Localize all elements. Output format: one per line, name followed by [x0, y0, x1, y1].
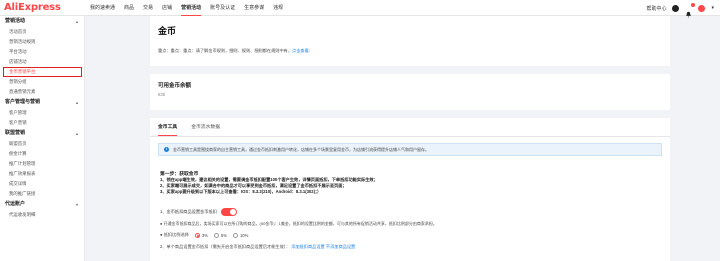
top-nav-item[interactable]: 店铺: [162, 0, 172, 16]
tab-item[interactable]: 金币工具: [158, 124, 178, 136]
sidebar-item[interactable]: 客户管理: [0, 108, 84, 118]
top-nav-item[interactable]: 营销活动: [181, 0, 202, 16]
ratio-radio[interactable]: 3%: [194, 232, 208, 238]
step-title: 第一步：获取金币: [160, 172, 199, 177]
chevron-icon: ▴: [75, 19, 78, 24]
sidebar-group-label: 营销活动: [5, 18, 26, 24]
sidebar-item[interactable]: 金币营销平台: [3, 67, 82, 77]
ratio-radio[interactable]: 5%: [213, 232, 227, 238]
notification-badge: [691, 2, 696, 7]
help-center-link[interactable]: 帮助中心: [646, 5, 666, 12]
bell-icon[interactable]: [685, 2, 696, 18]
balance-label: 可用金币余额: [158, 83, 192, 89]
coin-deduct-toggle[interactable]: [220, 208, 237, 216]
sidebar-item[interactable]: 我的推广链接: [0, 189, 84, 199]
info-text: 金币营销工具是围绕商家的自主营销工具，通过金币抵扣刺激用户转化，店铺在多个场景里…: [173, 146, 429, 152]
sidebar-group[interactable]: 代运账户 ▾: [0, 199, 84, 210]
notice-link[interactable]: 点击查看：: [292, 48, 313, 53]
top-nav-item[interactable]: 账号及认证: [210, 0, 235, 16]
single-item-setting: 2、单个商品设置金币抵扣（需先开启金币抵扣商品设置后才能生效）： 添加抵扣商品设…: [160, 244, 355, 250]
radio-dot-icon: [213, 232, 219, 238]
notice-body: 重点：重点：重点：请了解金币规则，细则、规则、细则都在规则中有，: [158, 48, 293, 53]
sidebar: 营销活动 ▴ 活动首页 营销活动规则 平台活动 店铺活动 金币营销平台 营销分组 直通营销元素客…: [0, 16, 85, 261]
toggle-label: 1、金币抵扣商品设置金币抵扣: [160, 209, 217, 214]
radio-label: 10%: [239, 232, 249, 238]
sidebar-item[interactable]: 推广效果报表: [0, 169, 84, 179]
coin-deduct-toggle-row: 1、金币抵扣商品设置金币抵扣: [160, 208, 237, 216]
main-content: 金币 重点：重点：重点：请了解金币规则，细则、规则、细则都在规则中有，点击查看：…: [150, 16, 670, 261]
ratio-prefix: ● 抵扣比例选择: [160, 232, 189, 237]
sidebar-item[interactable]: 佣金计算: [0, 149, 84, 159]
sidebar-item[interactable]: 营销活动规则: [0, 37, 84, 47]
sidebar-item[interactable]: 直通营销元素: [0, 87, 84, 97]
sidebar-group-label: 联盟营销: [5, 130, 26, 136]
aliexpress-logo[interactable]: AliExpress: [4, 2, 90, 13]
account-dropdown[interactable]: ▾: [711, 5, 714, 11]
top-right-area: 帮助中心 ▾: [646, 0, 714, 18]
sidebar-item[interactable]: 营销分组: [0, 77, 84, 87]
sidebar-group-label: 客户管理与营销: [5, 99, 41, 105]
sidebar-item[interactable]: 联盟首页: [0, 139, 84, 149]
radio-label: 3%: [201, 232, 208, 238]
top-nav: 我的速卖通 商品 交易 店铺 营销活动 账号及认证 生意参谋 违规: [90, 0, 292, 16]
deduct-ratio-row: ● 抵扣比例选择 3% 5% 10%: [160, 232, 248, 238]
top-nav-item[interactable]: 交易: [143, 0, 153, 16]
title-card: 金币 重点：重点：重点：请了解金币规则，细则、规则、细则都在规则中有，点击查看：: [150, 16, 670, 66]
tab-bar: 金币工具 金币流水数据: [158, 124, 220, 136]
radio-label: 5%: [220, 232, 227, 238]
chevron-icon: ▴: [75, 100, 78, 105]
page-title: 金币: [158, 26, 177, 36]
ratio-radio[interactable]: 10%: [232, 232, 249, 238]
sidebar-item[interactable]: 代运收发明细: [0, 210, 84, 220]
coin-tool-card: 金币工具 金币流水数据 i 金币营销工具是围绕商家的自主营销工具，通过金币抵扣刺激…: [150, 118, 670, 261]
sidebar-item[interactable]: 店铺活动: [0, 57, 84, 67]
step-line: 3、买家app要升级到以下版本以上可查看：IOS：8.3.2(210)，Andr…: [160, 189, 322, 194]
ratio-options: 3% 5% 10%: [194, 232, 249, 238]
top-nav-item[interactable]: 生意参谋: [244, 0, 264, 16]
tab-divider: [150, 136, 670, 137]
sidebar-item[interactable]: 成交详情: [0, 179, 84, 189]
notice-text: 重点：重点：重点：请了解金币规则，细则、规则、细则都在规则中有，点击查看：: [158, 48, 313, 54]
info-icon: i: [164, 147, 169, 152]
radio-dot-icon: [194, 232, 200, 238]
single-item-links[interactable]: 添加抵扣商品设置 不添加商品设置: [291, 244, 355, 249]
top-nav-item[interactable]: 我的速卖通: [90, 0, 115, 16]
info-banner: i 金币营销工具是围绕商家的自主营销工具，通过金币抵扣刺激用户转化，店铺在多个场…: [158, 143, 662, 156]
sidebar-group[interactable]: 客户管理与营销 ▴: [0, 97, 84, 108]
balance-card: 可用金币余额 630: [150, 74, 670, 110]
chat-icon[interactable]: [672, 4, 680, 12]
radio-dot-icon: [232, 232, 238, 238]
deduct-description: ● 开通金币抵扣商品后，卖场买家可以在所订购的商品，(50金币)：1美金，抵扣的…: [160, 221, 437, 226]
toggle-knob: [229, 209, 236, 215]
sidebar-item[interactable]: 客户营销: [0, 118, 84, 128]
avatar[interactable]: [698, 4, 706, 12]
balance-value: 630: [158, 92, 166, 97]
top-bar: AliExpress 我的速卖通 商品 交易 店铺 营销活动 账号及认证 生意参谋 违规 帮助…: [0, 0, 720, 18]
sidebar-item[interactable]: 推广计划管理: [0, 159, 84, 169]
top-nav-item[interactable]: 商品: [124, 0, 134, 16]
chevron-icon: ▾: [75, 202, 78, 207]
chevron-icon: ▴: [75, 131, 78, 136]
tab-item[interactable]: 金币流水数据: [191, 124, 220, 136]
sidebar-item[interactable]: 平台活动: [0, 47, 84, 57]
top-nav-item[interactable]: 违规: [273, 0, 283, 16]
sidebar-group-label: 代运账户: [5, 201, 26, 207]
sidebar-item[interactable]: 活动首页: [0, 27, 84, 37]
single-item-text: 2、单个商品设置金币抵扣（需先开启金币抵扣商品设置后才能生效）：: [160, 244, 291, 249]
sidebar-group[interactable]: 联盟营销 ▴: [0, 128, 84, 139]
sidebar-group[interactable]: 营销活动 ▴: [0, 16, 84, 27]
